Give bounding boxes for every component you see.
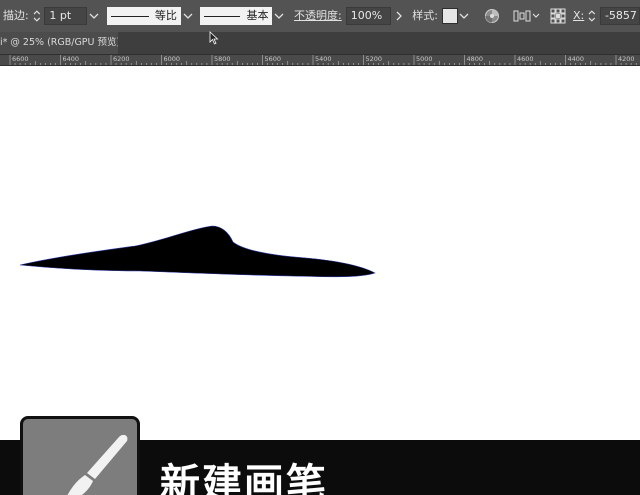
ruler-tick-label: 4400	[567, 55, 585, 63]
ruler-tick-label: 5600	[264, 55, 282, 63]
chevron-down-icon	[183, 13, 193, 19]
style-label: 样式:	[412, 9, 438, 22]
ruler-tick-label: 6400	[62, 55, 80, 63]
stroke-weight-stepper-icon[interactable]	[32, 8, 42, 24]
brush-definition[interactable]: 基本	[200, 7, 273, 25]
variable-width-profile[interactable]: 等比	[106, 7, 181, 25]
x-label[interactable]: X:	[573, 9, 584, 23]
paintbrush-tile	[20, 416, 140, 495]
chevron-down-icon	[274, 13, 284, 19]
color-wheel-icon	[484, 9, 499, 23]
ruler-tick-label: 5200	[365, 55, 383, 63]
stroke-label: 描边:	[3, 9, 29, 22]
ruler-tick-label: 4600	[517, 55, 534, 63]
variable-profile-dropdown[interactable]	[181, 7, 195, 25]
recolor-artwork-button[interactable]	[483, 6, 500, 26]
opacity-label[interactable]: 不透明度:	[294, 9, 342, 23]
chevron-down-icon	[89, 13, 99, 19]
brush-stroke-artwork[interactable]	[0, 66, 640, 442]
graphic-style-swatch[interactable]	[441, 8, 458, 24]
ruler-tick-label: 5400	[315, 55, 332, 63]
x-stepper-icon[interactable]	[587, 8, 597, 24]
stroke-weight-field[interactable]: 1 pt	[44, 7, 88, 25]
ruler-tick-label: 4800	[466, 55, 484, 63]
ruler-tick-label: 6200	[113, 55, 130, 63]
graphic-style-dropdown[interactable]	[458, 7, 472, 25]
artboard-canvas[interactable]	[0, 66, 640, 442]
chevron-right-icon	[396, 11, 403, 21]
horizontal-ruler[interactable]: 6600 6400 6200 6000 5800 5600 5400 5200 5000 4800…	[0, 54, 640, 66]
document-tab[interactable]: i* @ 25% (RGB/GPU 预览)	[0, 32, 118, 54]
stroke-weight-dropdown[interactable]	[87, 7, 101, 25]
profile-line-icon	[110, 15, 149, 17]
control-bar: 描边: 1 pt 等比 基本 不透明度: 100% 样式: X: -5857	[0, 0, 640, 32]
brush-dropdown[interactable]	[272, 7, 286, 25]
variable-profile-label: 等比	[154, 9, 177, 22]
mouse-cursor-icon	[209, 31, 219, 45]
paintbrush-icon	[67, 434, 128, 495]
ruler-tick-label: 6600	[12, 55, 29, 63]
x-position-field[interactable]: -5857	[599, 7, 640, 25]
chevron-down-icon	[459, 13, 469, 19]
banner-title: 新建画笔	[160, 461, 328, 495]
ruler-tick-label: 4200	[618, 55, 635, 63]
custom-brush-shape[interactable]	[19, 225, 376, 278]
document-tab-bar: i* @ 25% (RGB/GPU 预览)	[0, 32, 640, 54]
ruler-tick-label: 5800	[214, 55, 231, 63]
opacity-expand-button[interactable]	[393, 7, 407, 25]
brush-line-icon	[204, 15, 241, 17]
align-distribute-icon	[513, 10, 540, 22]
ruler-tick-label: 6000	[163, 55, 181, 63]
align-options-button[interactable]	[513, 6, 542, 26]
ruler-tick-label: 5000	[416, 55, 433, 63]
brush-label: 基本	[246, 9, 269, 22]
reference-point-button[interactable]	[550, 6, 567, 26]
reference-point-grid-icon	[550, 8, 566, 24]
opacity-field[interactable]: 100%	[345, 7, 391, 25]
